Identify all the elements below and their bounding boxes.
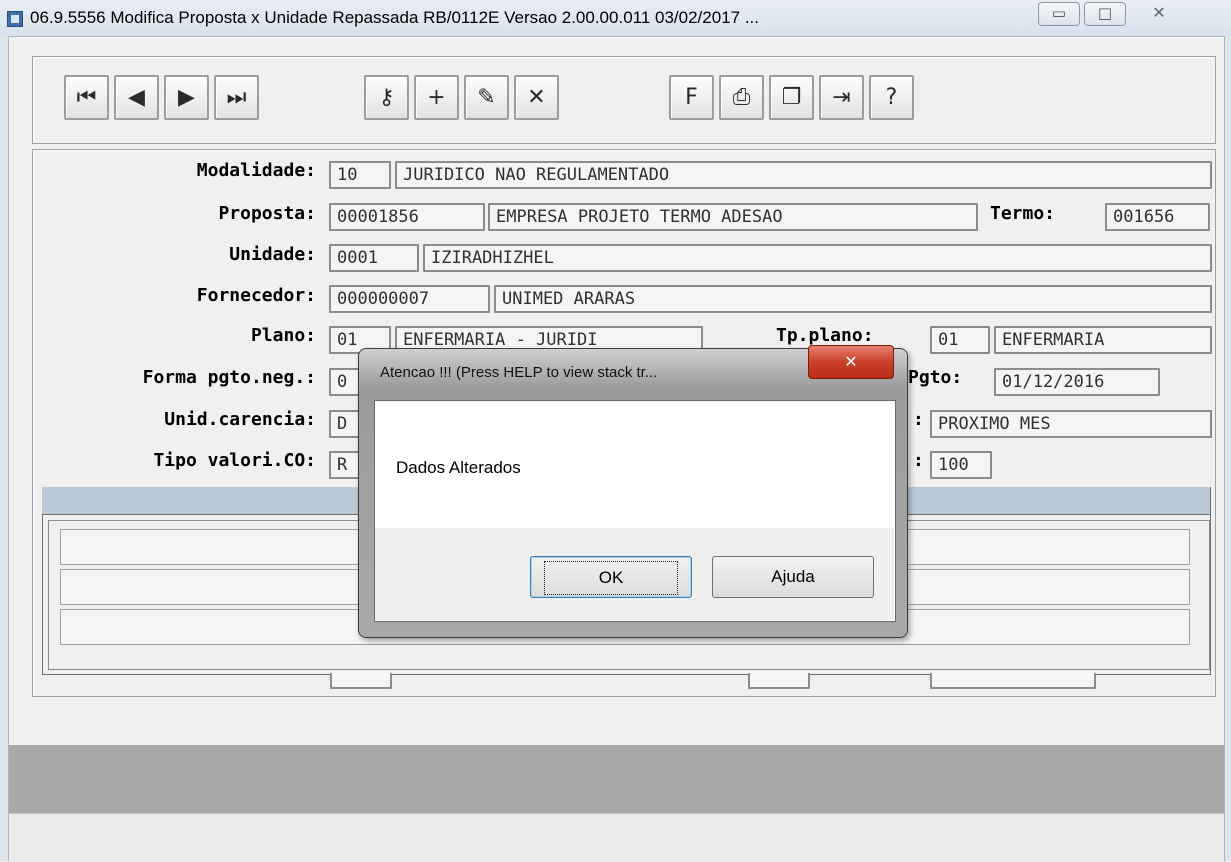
grid-scrollbar[interactable] — [1198, 520, 1210, 565]
tp-plano-label: Tp.plano: — [776, 325, 874, 346]
unidade-code-field[interactable]: 0001 — [329, 244, 419, 272]
unidade-label: Unidade: — [229, 244, 316, 265]
fornecedor-label: Fornecedor: — [196, 285, 316, 306]
window-controls: ▭ □ ✕ — [1038, 2, 1230, 26]
window-frame-right — [1224, 36, 1231, 861]
status-bar-gray — [9, 745, 1224, 813]
modalidade-code-field[interactable]: 10 — [329, 161, 391, 189]
next-record-icon: ▶ — [178, 85, 195, 110]
proposta-code-field[interactable]: 00001856 — [329, 203, 485, 231]
last-record-icon: ⏭ — [226, 85, 247, 110]
search-button[interactable]: ⚷ — [364, 75, 409, 120]
print-button[interactable]: ⎙ — [719, 75, 764, 120]
first-record-button[interactable]: ⏮ — [64, 75, 109, 120]
dialog-message: Dados Alterados — [396, 458, 521, 477]
window-frame-left — [0, 36, 9, 861]
maximize-button[interactable]: □ — [1084, 2, 1126, 26]
hidden-field-right[interactable] — [930, 673, 1096, 689]
previous-record-button[interactable]: ◀ — [114, 75, 159, 120]
termo-field[interactable]: 001656 — [1105, 203, 1210, 231]
first-record-icon: ⏮ — [76, 85, 97, 110]
status-bar — [9, 813, 1224, 862]
close-window-button[interactable]: ✕ — [1130, 2, 1188, 26]
unid-carencia-label: Unid.carencia: — [164, 409, 316, 430]
proposta-label: Proposta: — [218, 203, 316, 224]
pgto-date-field[interactable]: 01/12/2016 — [994, 368, 1160, 396]
delete-button[interactable]: ✕ — [514, 75, 559, 120]
dialog-close-button[interactable]: ✕ — [808, 345, 894, 379]
tipo-valori-label: Tipo valori.CO: — [153, 450, 316, 471]
add-button[interactable]: + — [414, 75, 459, 120]
ok-button-label: OK — [543, 561, 679, 595]
previous-record-icon: ◀ — [128, 85, 145, 110]
edit-button[interactable]: ✎ — [464, 75, 509, 120]
add-record-icon: + — [427, 85, 446, 110]
search-key-icon: ⚷ — [378, 85, 395, 110]
modalidade-desc-field[interactable]: JURIDICO NAO REGULAMENTADO — [395, 161, 1212, 189]
help-button[interactable]: ? — [869, 75, 914, 120]
fornecedor-desc-field[interactable]: UNIMED ARARAS — [494, 285, 1212, 313]
filter-button[interactable]: F — [669, 75, 714, 120]
tp-plano-code-field[interactable]: 01 — [930, 326, 990, 354]
exit-icon: ⇥ — [832, 85, 851, 110]
carencia-right-field[interactable]: PROXIMO MES — [930, 410, 1212, 438]
carencia-right-label: : — [913, 409, 924, 430]
edit-record-icon: ✎ — [477, 85, 496, 110]
help-dialog-button[interactable]: Ajuda — [712, 556, 874, 598]
help-icon: ? — [885, 85, 898, 110]
valori-right-field[interactable]: 100 — [930, 451, 992, 479]
termo-label: Termo: — [990, 203, 1056, 224]
fornecedor-code-field[interactable]: 000000007 — [329, 285, 490, 313]
proposta-desc-field[interactable]: EMPRESA PROJETO TERMO ADESAO — [488, 203, 978, 231]
valori-right-label: : — [913, 450, 924, 471]
hidden-field-left[interactable] — [330, 673, 392, 689]
last-record-button[interactable]: ⏭ — [214, 75, 259, 120]
pgto-label: Pgto: — [908, 367, 963, 388]
tp-plano-desc-field[interactable]: ENFERMARIA — [994, 326, 1212, 354]
minimize-button[interactable]: ▭ — [1038, 2, 1080, 26]
exit-button[interactable]: ⇥ — [819, 75, 864, 120]
forma-pgto-label: Forma pgto.neg.: — [142, 367, 316, 388]
window-title: 06.9.5556 Modifica Proposta x Unidade Re… — [30, 8, 759, 27]
next-record-button[interactable]: ▶ — [164, 75, 209, 120]
copy-icon: ❐ — [781, 85, 802, 110]
plano-label: Plano: — [250, 325, 316, 346]
print-icon: ⎙ — [732, 85, 751, 110]
modalidade-label: Modalidade: — [196, 160, 316, 181]
toolbar-panel — [32, 56, 1216, 144]
hidden-field-middle[interactable] — [748, 673, 810, 689]
filter-icon: F — [685, 85, 698, 110]
copy-button[interactable]: ❐ — [769, 75, 814, 120]
ok-button[interactable]: OK — [530, 556, 692, 598]
unidade-desc-field[interactable]: IZIRADHIZHEL — [423, 244, 1212, 272]
close-icon: ✕ — [844, 352, 858, 371]
delete-record-icon: ✕ — [527, 85, 546, 110]
app-icon[interactable] — [7, 11, 23, 27]
dialog-title: Atencao !!! (Press HELP to view stack tr… — [380, 364, 658, 381]
